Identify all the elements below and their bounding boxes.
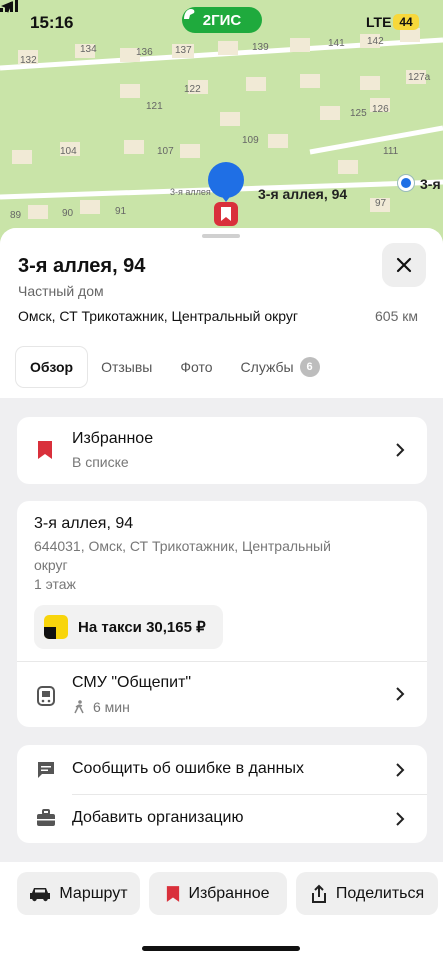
signal-icon: [0, 0, 18, 12]
transit-stop-row[interactable]: СМУ "Общепит" 6 мин: [17, 662, 427, 726]
my-location-dot: [398, 175, 414, 191]
add-organization-label: Добавить организацию: [72, 809, 244, 826]
house-number: 111: [383, 146, 399, 157]
street-label: 3-я аллея, 94: [258, 186, 348, 202]
house-number: 104: [60, 146, 77, 157]
tab-label: Отзывы: [101, 359, 153, 375]
favorite-button[interactable]: Избранное: [149, 872, 287, 915]
house-number: 90: [62, 208, 74, 219]
tab-services[interactable]: Службы 6: [227, 347, 334, 387]
walking-icon: [74, 700, 84, 714]
place-distance: 605 км: [375, 308, 418, 324]
place-header: 3-я аллея, 94 Частный дом Омск, СТ Трико…: [0, 228, 443, 398]
tab-photos[interactable]: Фото: [166, 347, 226, 387]
tab-label: Фото: [180, 359, 213, 375]
brand-name: 2ГИС: [202, 11, 242, 29]
battery-indicator: 44: [393, 14, 419, 30]
close-button[interactable]: [382, 243, 426, 287]
map-view[interactable]: 132 134 136 137 139 141 142 127а 122 121…: [0, 0, 443, 250]
house-number: 132: [20, 55, 37, 66]
chevron-right-icon: [396, 443, 405, 457]
taxi-label: На такси 30,165 ₽: [78, 619, 206, 636]
place-type: Частный дом: [18, 283, 104, 299]
house-number: 127а: [408, 72, 431, 83]
chevron-right-icon: [396, 812, 405, 826]
report-error-label: Сообщить об ошибке в данных: [72, 760, 304, 777]
street-label-cut: 3-я: [420, 176, 441, 192]
floor-info: 1 этаж: [34, 576, 76, 592]
place-address: Омск, СТ Трикотажник, Центральный округ: [18, 308, 298, 324]
house-number: 126: [372, 104, 389, 115]
house-number: 97: [375, 198, 387, 209]
route-button[interactable]: Маршрут: [17, 872, 140, 915]
briefcase-icon: [37, 809, 55, 826]
share-icon: [311, 884, 326, 903]
report-error-row[interactable]: Сообщить об ошибке в данных: [17, 745, 427, 794]
bus-stop-icon: [37, 686, 55, 706]
favorite-title: Избранное: [72, 430, 154, 447]
address-card: 3-я аллея, 94 644031, Омск, СТ Трикотажн…: [17, 501, 427, 727]
house-number: 137: [175, 45, 192, 56]
tab-label: Службы: [240, 359, 294, 375]
chevron-right-icon: [396, 687, 405, 701]
drag-handle[interactable]: [202, 234, 240, 238]
tab-overview[interactable]: Обзор: [16, 347, 88, 387]
app-logo: 2ГИС: [182, 7, 262, 33]
bird-icon: [184, 9, 195, 19]
route-label: Маршрут: [59, 884, 128, 902]
clock: 15:16: [30, 13, 74, 32]
car-icon: [30, 887, 51, 901]
house-number: 91: [115, 206, 127, 217]
bottom-action-bar: Маршрут Избранное Поделиться: [0, 862, 443, 960]
full-address-line2: округ: [34, 557, 68, 573]
share-label: Поделиться: [335, 884, 425, 902]
share-button[interactable]: Поделиться: [296, 872, 438, 915]
house-number: 109: [242, 135, 259, 146]
taxi-icon: [44, 615, 68, 639]
house-number: 121: [146, 101, 163, 112]
walk-time: 6 мин: [93, 699, 130, 715]
house-number: 107: [157, 146, 174, 157]
house-number: 125: [350, 108, 367, 119]
info-title: 3-я аллея, 94: [34, 515, 134, 532]
status-bar: 15:16 2ГИС LTE 44: [0, 0, 443, 46]
actions-card: Сообщить об ошибке в данных Добавить орг…: [17, 745, 427, 843]
home-indicator[interactable]: [142, 946, 300, 951]
stop-name: СМУ "Общепит": [72, 674, 192, 691]
house-number: 89: [10, 210, 22, 221]
taxi-button[interactable]: На такси 30,165 ₽: [34, 605, 223, 649]
favorite-button-label: Избранное: [188, 884, 270, 902]
network-type: LTE: [366, 14, 392, 30]
house-number: 136: [136, 47, 153, 58]
tab-reviews[interactable]: Отзывы: [87, 347, 166, 387]
chevron-right-icon: [396, 763, 405, 777]
close-icon: [396, 257, 412, 273]
add-organization-row[interactable]: Добавить организацию: [17, 795, 427, 843]
favorite-card[interactable]: Избранное В списке: [17, 417, 427, 484]
favorite-status: В списке: [72, 454, 129, 470]
bookmark-icon: [38, 441, 52, 459]
tab-label: Обзор: [30, 359, 74, 375]
place-sheet: 3-я аллея, 94 Частный дом Омск, СТ Трико…: [0, 228, 443, 960]
house-number: 122: [184, 84, 201, 95]
street-label-small: 3-я аллея: [170, 187, 211, 197]
place-title: 3-я аллея, 94: [18, 255, 146, 277]
comment-icon: [38, 762, 54, 778]
bookmark-icon: [167, 885, 180, 902]
full-address-line1: 644031, Омск, СТ Трикотажник, Центральны…: [34, 538, 331, 554]
tab-bar: Обзор Отзывы Фото Службы 6: [16, 347, 334, 387]
services-count-badge: 6: [299, 357, 320, 377]
